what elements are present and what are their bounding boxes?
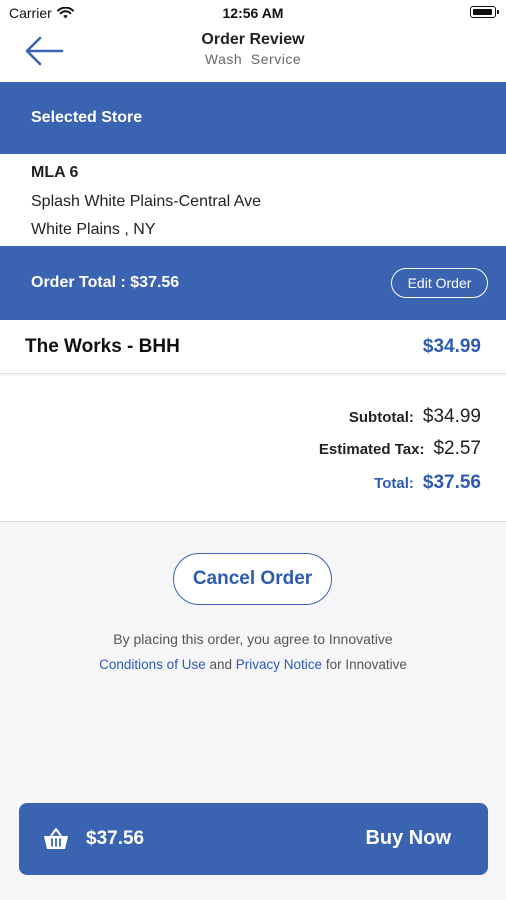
item-name: The Works - BHH — [25, 336, 180, 357]
store-city: White Plains , NY — [31, 221, 156, 238]
edit-order-button[interactable]: Edit Order — [391, 268, 488, 298]
tax-label: Estimated Tax: — [318, 441, 425, 458]
total-label: Total: — [374, 475, 414, 492]
tax-row: Estimated Tax: $2.57 — [319, 438, 481, 460]
store-address: Splash White Plains-Central Ave — [31, 193, 262, 210]
subtotal-label: Subtotal: — [348, 409, 414, 426]
selected-store-label: Selected Store — [31, 109, 143, 126]
total-value: $37.56 — [422, 472, 481, 493]
buy-now-label: Buy Now — [365, 827, 451, 849]
agreement-text: By placing this order, you agree to Inno… — [113, 631, 393, 647]
buy-now-button[interactable]: $37.56 Buy Now — [19, 803, 488, 875]
subtotal-value: $34.99 — [422, 406, 481, 427]
price-summary: Subtotal: $34.99 Estimated Tax: $2.57 To… — [0, 376, 506, 522]
clock: 12:56 AM — [222, 5, 284, 21]
status-bar: Carrier 12:56 AM — [0, 0, 506, 26]
order-item-row: The Works - BHH $34.99 — [0, 320, 506, 374]
cancel-order-button[interactable]: Cancel Order — [173, 553, 332, 605]
privacy-notice-link[interactable]: Privacy Notice — [236, 657, 322, 672]
selected-store-header: Selected Store — [0, 82, 506, 154]
conditions-of-use-link[interactable]: Conditions of Use — [99, 657, 206, 672]
tax-value: $2.57 — [433, 438, 481, 459]
navigation-bar: Order Review Wash Service — [0, 26, 506, 82]
nav-titles: Order Review Wash Service — [0, 31, 506, 67]
store-name: MLA 6 — [31, 164, 79, 181]
buy-amount: $37.56 — [86, 828, 145, 849]
order-total-bar: Order Total : $37.56 Edit Order — [0, 246, 506, 320]
battery-icon — [470, 6, 499, 18]
page-title: Order Review — [201, 31, 305, 48]
store-info: MLA 6 Splash White Plains-Central Ave Wh… — [0, 154, 506, 246]
order-total-label: Order Total : $37.56 — [31, 274, 180, 291]
agreement-links: Conditions of Use and Privacy Notice for… — [0, 657, 506, 672]
total-row: Total: $37.56 — [374, 472, 481, 494]
basket-icon — [44, 828, 68, 849]
agreement-suffix: for Innovative — [325, 657, 407, 672]
item-price: $34.99 — [422, 336, 481, 357]
page-subtitle: Wash Service — [204, 51, 302, 67]
subtotal-row: Subtotal: $34.99 — [349, 406, 481, 428]
agreement-and: and — [209, 657, 232, 672]
